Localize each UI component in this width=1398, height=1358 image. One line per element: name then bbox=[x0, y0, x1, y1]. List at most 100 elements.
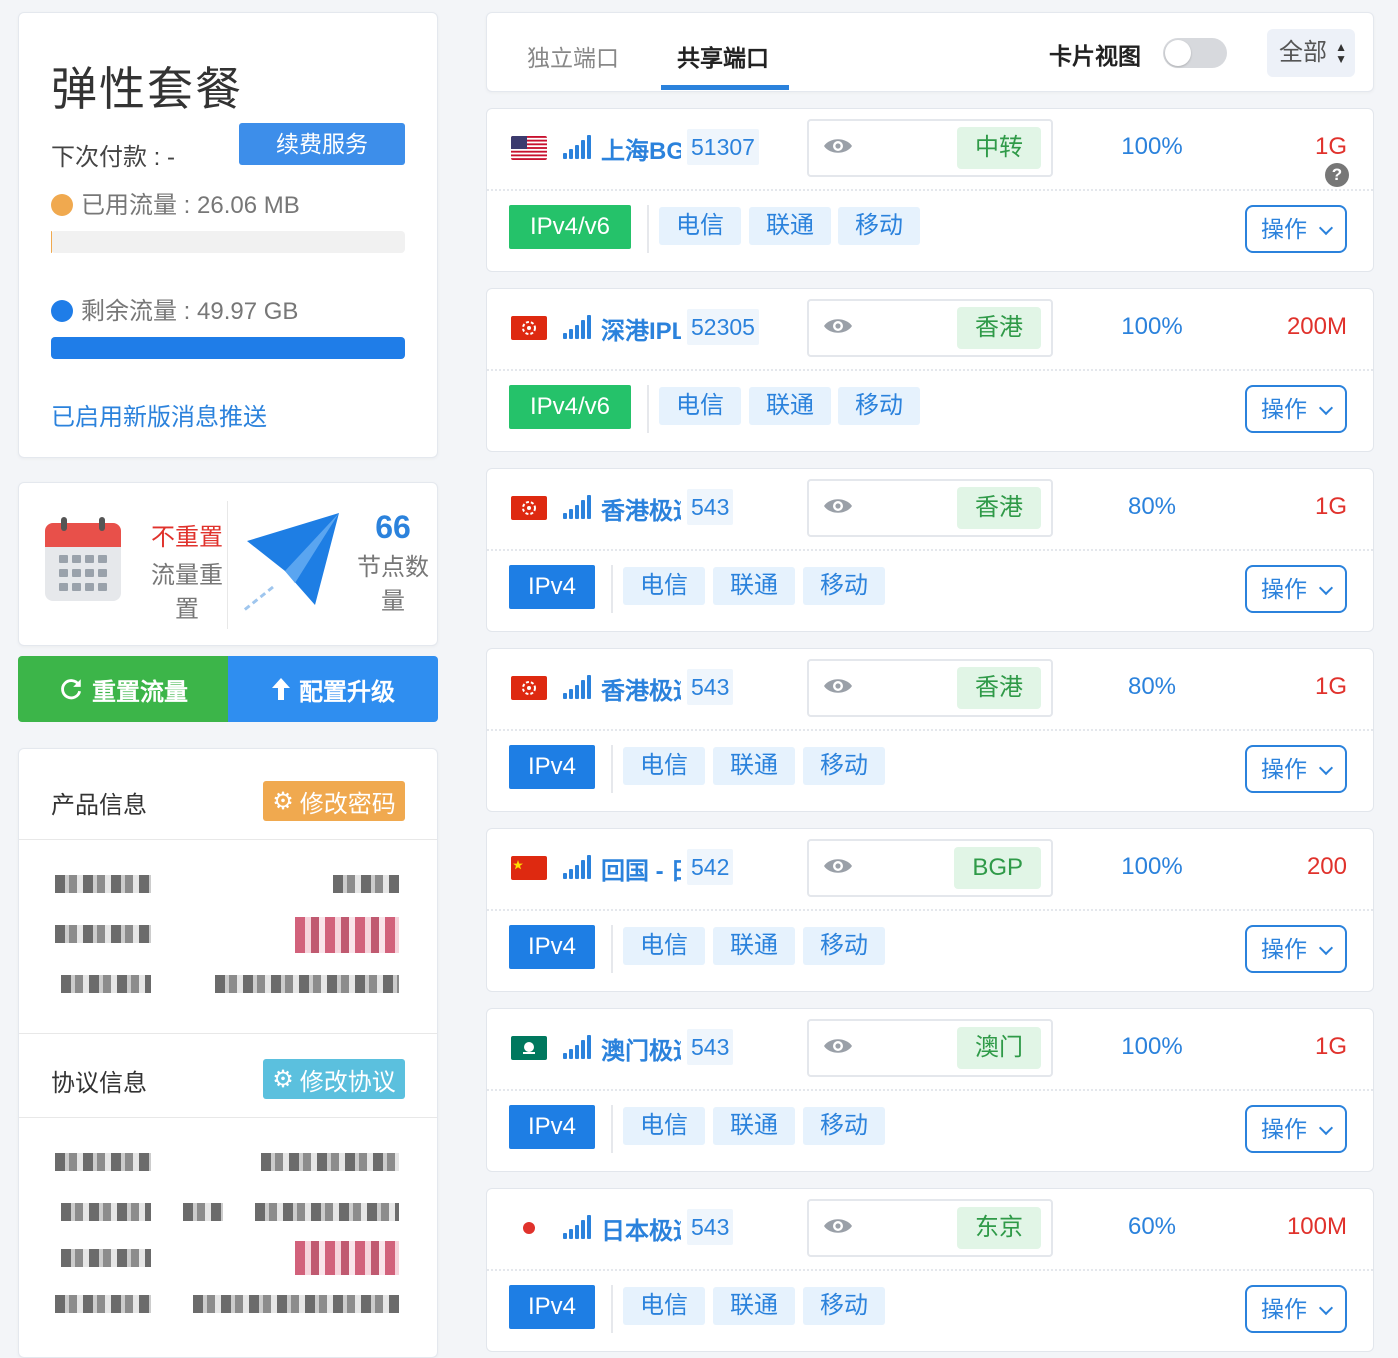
operate-label: 操作 bbox=[1261, 1296, 1307, 1322]
isp-badge: 联通 bbox=[713, 927, 795, 965]
isp-badge: 联通 bbox=[713, 747, 795, 785]
operate-dropdown-button[interactable]: 操作 bbox=[1245, 1105, 1347, 1153]
isp-badge: 电信 bbox=[659, 207, 741, 245]
redacted-text bbox=[55, 925, 151, 943]
gear-icon: ⚙ bbox=[272, 787, 294, 815]
isp-badge: 移动 bbox=[838, 207, 920, 245]
eye-icon[interactable] bbox=[823, 675, 853, 697]
node-name[interactable]: 回国 - 日本 bbox=[601, 851, 681, 883]
isp-badge: 电信 bbox=[623, 1287, 705, 1325]
redacted-text bbox=[295, 917, 399, 953]
flag-mo-icon bbox=[511, 1036, 547, 1060]
signal-icon bbox=[563, 855, 593, 879]
region-badge: 香港 bbox=[957, 667, 1041, 709]
operate-label: 操作 bbox=[1261, 936, 1307, 962]
bandwidth: 200M bbox=[1286, 313, 1347, 340]
change-password-button[interactable]: ⚙ 修改密码 bbox=[263, 781, 405, 821]
ip-version-badge: IPv4 bbox=[509, 925, 595, 969]
node-name[interactable]: 香港极速 bbox=[601, 491, 681, 523]
card-view-toggle[interactable] bbox=[1163, 38, 1227, 68]
chevron-down-icon bbox=[1318, 220, 1334, 236]
redacted-text bbox=[61, 1203, 151, 1221]
traffic-ratio: 100% bbox=[1121, 853, 1183, 880]
change-protocol-label: 修改协议 bbox=[299, 1068, 396, 1096]
redacted-text bbox=[55, 1295, 151, 1313]
traffic-ratio: 100% bbox=[1121, 313, 1183, 340]
isp-badge: 联通 bbox=[749, 207, 831, 245]
change-password-label: 修改密码 bbox=[299, 790, 396, 818]
eye-icon[interactable] bbox=[823, 855, 853, 877]
signal-icon bbox=[563, 1215, 593, 1239]
redacted-text bbox=[193, 1295, 399, 1313]
reset-traffic-button[interactable]: 重置流量 bbox=[18, 656, 228, 722]
node-detail-box: 中转 bbox=[807, 119, 1053, 177]
eye-icon[interactable] bbox=[823, 315, 853, 337]
traffic-ratio: 60% bbox=[1127, 1213, 1177, 1240]
change-protocol-button[interactable]: ⚙ 修改协议 bbox=[263, 1059, 405, 1099]
operate-dropdown-button[interactable]: 操作 bbox=[1245, 925, 1347, 973]
isp-badge: 电信 bbox=[659, 387, 741, 425]
node-card: 回国 - 日本542 BGP 100% 200 IPv4 电信联通移动 操作 bbox=[486, 828, 1374, 992]
chevron-down-icon bbox=[1318, 400, 1334, 416]
traffic-ratio: 100% bbox=[1121, 133, 1183, 160]
remaining-traffic-text: 剩余流量 : 49.97 GB bbox=[81, 298, 299, 325]
operate-dropdown-button[interactable]: 操作 bbox=[1245, 745, 1347, 793]
flag-hk-icon bbox=[511, 316, 547, 340]
node-port: 51307 bbox=[687, 129, 759, 165]
eye-icon[interactable] bbox=[823, 495, 853, 517]
node-count: 66 bbox=[375, 509, 411, 545]
redacted-text bbox=[55, 875, 151, 893]
reset-traffic-label: 重置流量 bbox=[92, 678, 188, 706]
node-name[interactable]: 上海BGP bbox=[601, 131, 681, 163]
flag-hk-icon bbox=[511, 496, 547, 520]
region-badge: BGP bbox=[954, 847, 1041, 889]
node-name[interactable]: 澳门极速 bbox=[601, 1031, 681, 1063]
tab-shared-port[interactable]: 共享端口 bbox=[677, 39, 769, 73]
node-port: 542 bbox=[687, 849, 734, 885]
reset-label: 流量重置 bbox=[151, 562, 223, 623]
reset-value: 不重置 bbox=[151, 524, 223, 551]
bandwidth: 1G bbox=[1314, 673, 1347, 700]
message-push-link[interactable]: 已启用新版消息推送 bbox=[51, 397, 267, 432]
node-detail-box: 香港 bbox=[807, 659, 1053, 717]
remaining-traffic-bar bbox=[51, 337, 405, 359]
signal-icon bbox=[563, 135, 593, 159]
isp-badge: 联通 bbox=[713, 1107, 795, 1145]
eye-icon[interactable] bbox=[823, 135, 853, 157]
bandwidth: 1G bbox=[1314, 1033, 1347, 1060]
ip-version-badge: IPv4 bbox=[509, 745, 595, 789]
node-name[interactable]: 日本极速 bbox=[601, 1211, 681, 1243]
ip-version-badge: IPv4/v6 bbox=[509, 385, 631, 429]
upgrade-label: 配置升级 bbox=[299, 678, 395, 706]
filter-select[interactable]: 全部 ▲ ▼ bbox=[1267, 29, 1355, 77]
tab-dedicated-port[interactable]: 独立端口 bbox=[527, 39, 619, 73]
region-badge: 东京 bbox=[957, 1207, 1041, 1249]
redacted-text bbox=[333, 875, 399, 893]
upgrade-button[interactable]: 配置升级 bbox=[228, 656, 438, 722]
isp-badge: 电信 bbox=[623, 747, 705, 785]
node-name[interactable]: 深港IPLC bbox=[601, 311, 681, 343]
renew-button[interactable]: 续费服务 bbox=[239, 123, 405, 165]
help-icon[interactable]: ? bbox=[1325, 163, 1349, 187]
node-port: 543 bbox=[687, 1209, 734, 1245]
node-detail-box: 澳门 bbox=[807, 1019, 1053, 1077]
operate-dropdown-button[interactable]: 操作 bbox=[1245, 1285, 1347, 1333]
region-badge: 中转 bbox=[957, 127, 1041, 169]
card-view-label: 卡片视图 bbox=[1049, 43, 1141, 69]
node-name[interactable]: 香港极速 bbox=[601, 671, 681, 703]
node-card: 深港IPLC52305 香港 100% 200M IPv4/v6 电信联通移动 操作 bbox=[486, 288, 1374, 452]
operate-dropdown-button[interactable]: 操作 bbox=[1245, 385, 1347, 433]
signal-icon bbox=[563, 675, 593, 699]
operate-dropdown-button[interactable]: 操作 bbox=[1245, 565, 1347, 613]
node-detail-box: 香港 bbox=[807, 299, 1053, 357]
eye-icon[interactable] bbox=[823, 1215, 853, 1237]
node-card: 香港极速543 香港 80% 1G IPv4 电信联通移动 操作 bbox=[486, 468, 1374, 632]
operate-dropdown-button[interactable]: 操作 bbox=[1245, 205, 1347, 253]
product-info-title: 产品信息 bbox=[51, 792, 147, 819]
used-traffic-row: 已用流量 : 26.06 MB bbox=[51, 185, 300, 220]
flag-jp-icon bbox=[511, 1216, 547, 1240]
plan-title: 弹性套餐 bbox=[51, 63, 243, 115]
isp-badge: 电信 bbox=[623, 567, 705, 605]
filter-value: 全部 bbox=[1279, 39, 1327, 66]
eye-icon[interactable] bbox=[823, 1035, 853, 1057]
